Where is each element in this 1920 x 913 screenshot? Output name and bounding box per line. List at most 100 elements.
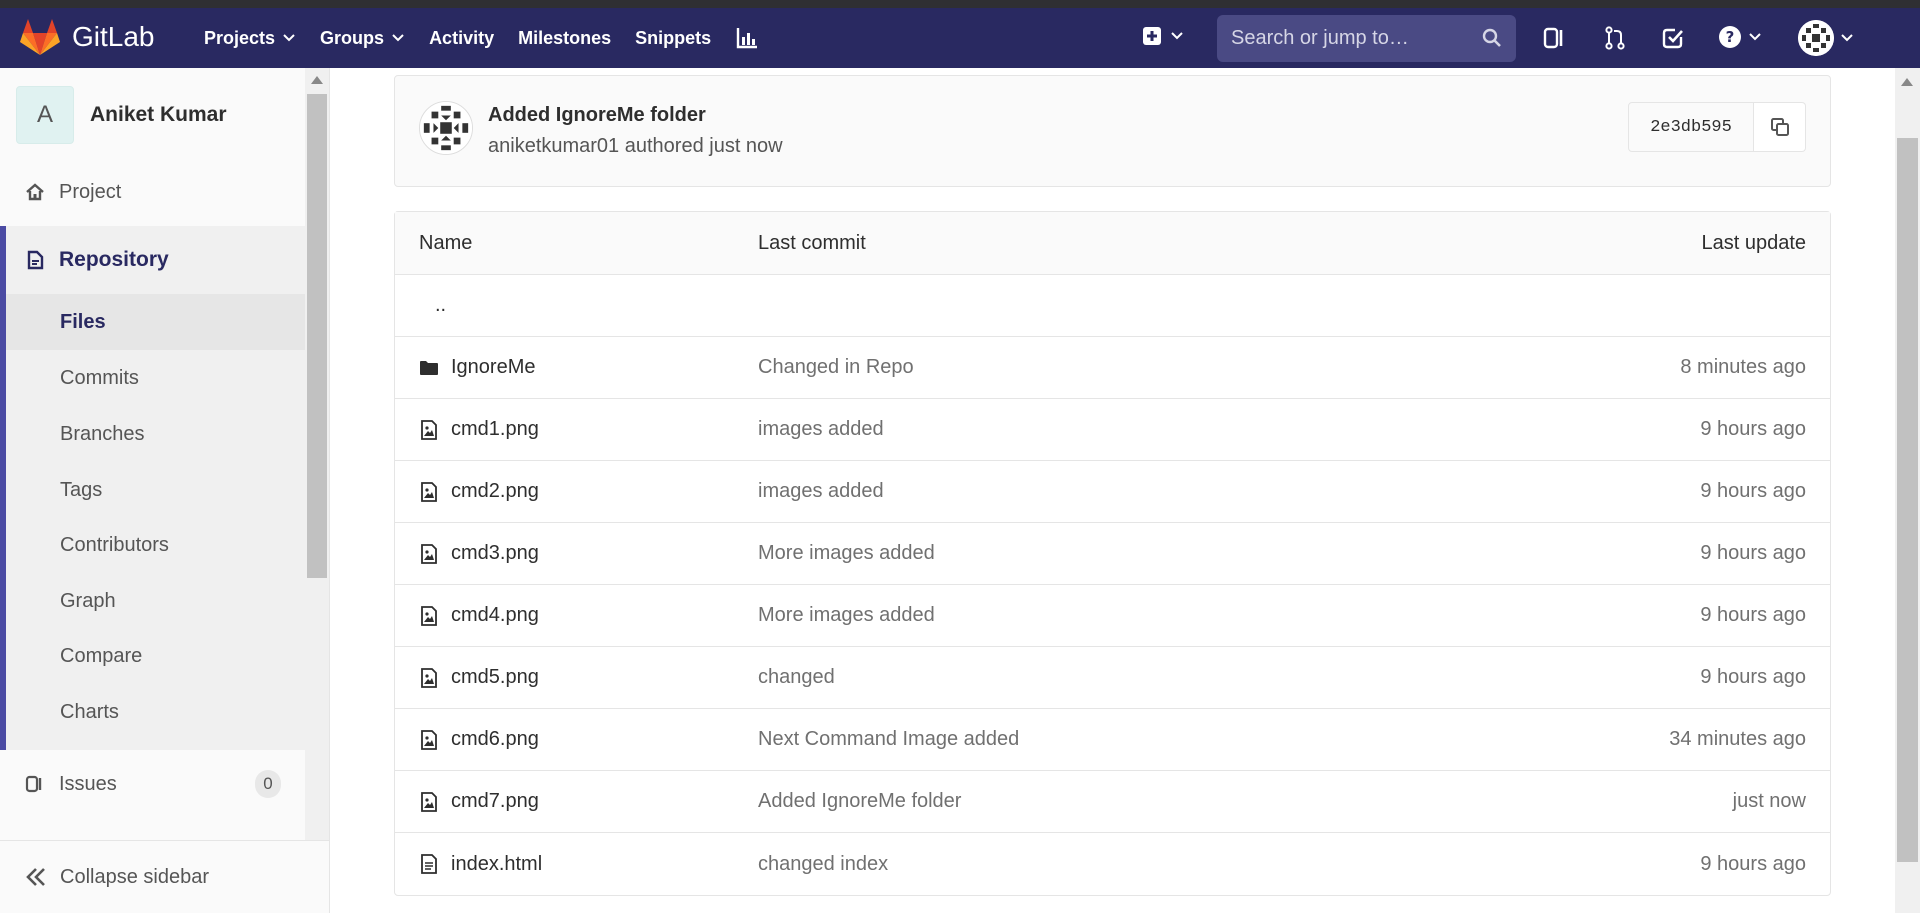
- table-row[interactable]: IgnoreMe Changed in Repo 8 minutes ago: [395, 337, 1830, 399]
- table-row[interactable]: cmd3.png More images added 9 hours ago: [395, 523, 1830, 585]
- sidebar-item-project[interactable]: Project: [0, 158, 305, 226]
- file-name-cell: cmd5.png: [395, 666, 758, 689]
- table-row[interactable]: cmd2.png images added 9 hours ago: [395, 461, 1830, 523]
- header-last-update: Last update: [1701, 231, 1806, 254]
- table-row[interactable]: index.html changed index 9 hours ago: [395, 833, 1830, 895]
- copy-sha-button[interactable]: [1754, 102, 1806, 152]
- file-tree-table: Name Last commit Last update .. IgnoreMe…: [394, 211, 1831, 896]
- parent-directory-link[interactable]: ..: [395, 294, 758, 317]
- file-name-cell: cmd2.png: [395, 480, 758, 503]
- file-name-link[interactable]: cmd4.png: [451, 604, 539, 627]
- commit-sha-group: 2e3db595: [1628, 102, 1806, 152]
- sidebar-item-charts[interactable]: Charts: [6, 684, 305, 740]
- file-name-cell: index.html: [395, 853, 758, 876]
- scroll-up-arrow-icon[interactable]: [311, 76, 323, 84]
- help-dropdown[interactable]: ?: [1718, 25, 1762, 49]
- collapse-sidebar-button[interactable]: Collapse sidebar: [0, 840, 329, 913]
- file-image-icon: [421, 791, 437, 812]
- top-navbar: GitLab Projects Groups Activity Mileston…: [0, 0, 1920, 68]
- file-updated-time: just now: [1732, 790, 1806, 812]
- sidebar-item-issues-label: Issues: [59, 772, 117, 795]
- sidebar-item-graph[interactable]: Graph: [6, 573, 305, 629]
- sidebar-item-repository[interactable]: Repository: [6, 226, 169, 294]
- page-scrollbar[interactable]: [1895, 68, 1920, 913]
- file-commit-link[interactable]: More images added: [758, 542, 1530, 565]
- sidebar-project-header[interactable]: A Aniket Kumar: [16, 86, 227, 144]
- file-commit-link[interactable]: More images added: [758, 604, 1530, 627]
- chevron-down-icon: [1749, 33, 1761, 41]
- scroll-up-arrow-icon[interactable]: [1901, 78, 1913, 86]
- double-chevron-left-icon: [26, 868, 45, 886]
- sidebar-scrollbar[interactable]: [305, 68, 329, 913]
- issues-count-badge: 0: [255, 770, 281, 798]
- nav-groups[interactable]: Groups: [310, 8, 415, 68]
- sidebar-item-project-label: Project: [59, 180, 122, 203]
- table-row[interactable]: cmd4.png More images added 9 hours ago: [395, 585, 1830, 647]
- gitlab-logo[interactable]: GitLab: [20, 18, 155, 56]
- commit-author-avatar[interactable]: [419, 101, 473, 155]
- sidebar-item-contributors[interactable]: Contributors: [6, 517, 305, 573]
- nav-milestones[interactable]: Milestones: [508, 8, 621, 68]
- table-row[interactable]: cmd1.png images added 9 hours ago: [395, 399, 1830, 461]
- nav-activity[interactable]: Activity: [419, 8, 504, 68]
- file-commit-link[interactable]: images added: [758, 480, 1530, 503]
- nav-projects[interactable]: Projects: [194, 8, 306, 68]
- project-avatar: A: [16, 86, 74, 144]
- sidebar-item-issues[interactable]: Issues 0: [0, 750, 305, 818]
- nav-groups-label: Groups: [320, 27, 385, 48]
- sidebar-item-files[interactable]: Files: [6, 294, 305, 350]
- file-image-icon: [421, 667, 437, 688]
- file-name-link[interactable]: cmd6.png: [451, 728, 539, 751]
- todo-check-icon[interactable]: [1660, 25, 1686, 51]
- search-icon[interactable]: [1482, 28, 1502, 48]
- parent-directory-row[interactable]: ..: [395, 275, 1830, 337]
- file-commit-link[interactable]: images added: [758, 418, 1530, 441]
- file-updated-time: 9 hours ago: [1700, 852, 1806, 875]
- sidebar-item-commits[interactable]: Commits: [6, 350, 305, 406]
- file-commit-link[interactable]: changed: [758, 666, 1530, 689]
- table-row[interactable]: cmd5.png changed 9 hours ago: [395, 647, 1830, 709]
- file-text-icon: [421, 854, 437, 874]
- file-updated-time: 8 minutes ago: [1680, 356, 1806, 378]
- page-scrollbar-thumb[interactable]: [1897, 138, 1918, 862]
- sidebar-item-tags[interactable]: Tags: [6, 462, 305, 518]
- chart-icon[interactable]: [725, 8, 769, 68]
- search-input[interactable]: [1231, 27, 1471, 50]
- file-commit-link[interactable]: Next Command Image added: [758, 728, 1530, 751]
- sidebar-scrollbar-thumb[interactable]: [307, 94, 327, 578]
- gitlab-tanuki-icon: [20, 19, 60, 55]
- file-name-link[interactable]: cmd3.png: [451, 542, 539, 565]
- file-name-link[interactable]: cmd2.png: [451, 480, 539, 503]
- file-commit-link[interactable]: Added IgnoreMe folder: [758, 790, 1530, 813]
- table-row[interactable]: cmd6.png Next Command Image added 34 minut…: [395, 709, 1830, 771]
- file-name-link[interactable]: cmd7.png: [451, 790, 539, 813]
- commit-title[interactable]: Added IgnoreMe folder: [488, 104, 706, 127]
- project-name: Aniket Kumar: [90, 103, 227, 126]
- file-rows: IgnoreMe Changed in Repo 8 minutes ago cmd1…: [395, 337, 1830, 895]
- file-updated-time: 34 minutes ago: [1669, 728, 1806, 750]
- file-name-link[interactable]: cmd5.png: [451, 666, 539, 689]
- file-commit-link[interactable]: changed index: [758, 853, 1530, 876]
- file-name-link[interactable]: cmd1.png: [451, 418, 539, 441]
- project-sidebar: A Aniket Kumar Project Repository Files …: [0, 68, 330, 913]
- sidebar-item-repository-label: Repository: [59, 248, 169, 271]
- user-menu[interactable]: [1798, 20, 1854, 56]
- chevron-down-icon: [1171, 32, 1183, 40]
- file-commit-link[interactable]: Changed in Repo: [758, 356, 1530, 379]
- issues-icon[interactable]: [1542, 25, 1568, 51]
- file-name-link[interactable]: index.html: [451, 853, 542, 876]
- commit-meta: aniketkumar01 authored just now: [488, 135, 783, 157]
- commit-sha[interactable]: 2e3db595: [1628, 102, 1754, 152]
- table-row[interactable]: cmd7.png Added IgnoreMe folder just now: [395, 771, 1830, 833]
- sidebar-item-branches[interactable]: Branches: [6, 406, 305, 462]
- nav-snippets[interactable]: Snippets: [625, 8, 721, 68]
- home-icon: [26, 183, 44, 201]
- merge-request-icon[interactable]: [1602, 25, 1628, 51]
- new-item-dropdown[interactable]: [1142, 26, 1184, 46]
- sidebar-item-compare[interactable]: Compare: [6, 628, 305, 684]
- svg-text:?: ?: [1726, 28, 1735, 46]
- file-name-link[interactable]: IgnoreMe: [451, 356, 536, 379]
- header-last-commit: Last commit: [758, 231, 866, 254]
- search-box[interactable]: [1217, 15, 1516, 62]
- brand-name: GitLab: [72, 21, 155, 52]
